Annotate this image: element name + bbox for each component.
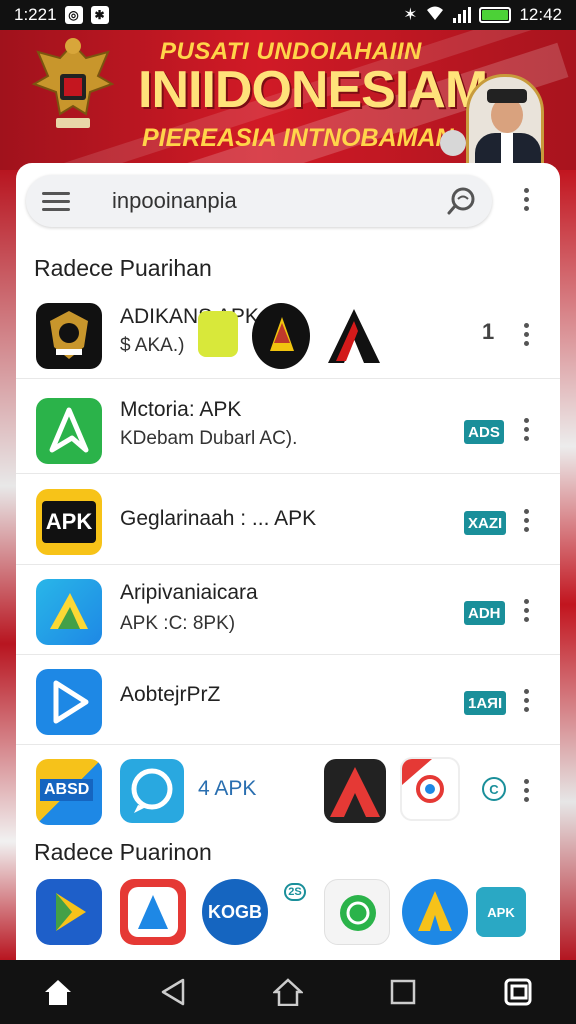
search-icon[interactable] [446,185,478,217]
more-options-icon[interactable] [514,188,538,211]
item-more-icon[interactable] [514,689,538,712]
section-title: Radece Puarihan [34,255,212,281]
back-icon[interactable] [153,972,193,1012]
status-bar: 1:221 ◎ ✱ ✶ 12:42 [0,0,576,30]
ads-badge: ADS [464,420,504,444]
play-app-icon[interactable] [36,879,102,945]
small-badge: 2S [284,883,306,901]
item-more-icon[interactable] [514,509,538,532]
home-icon[interactable] [38,972,78,1012]
item-more-icon[interactable] [514,599,538,622]
c-badge: C [482,777,506,801]
item-more-icon[interactable] [514,418,538,441]
status-time-left: 1:221 [14,5,57,24]
app-icon-mctoria [36,398,102,464]
banner-line3: PIEREASIA INTNOBAMAN [142,124,454,152]
app-title: Geglarinaah : ... APK [120,507,317,530]
section-title-2: Radece Puarinon [34,839,212,865]
list-item[interactable]: APK Geglarinaah : ... APK XAZI [16,477,560,565]
promo-banner[interactable]: PUSATI UNDOIAHAIIN INIIDONESIAM PIEREASI… [0,30,576,170]
list-item[interactable]: Mctoria: APK KDebam Dubarl AC). ADS [16,386,560,474]
app-icon-red-a2 [324,759,386,823]
microphone-icon [440,130,466,156]
list-item[interactable]: ABSD 4 APK C [16,747,560,835]
home-circle-icon[interactable] [268,972,308,1012]
chat-app-icon [120,759,184,823]
search-bar[interactable] [26,175,492,227]
app-title: AobtejrPrZ [120,683,221,706]
count-label: 1 [482,319,495,344]
app-switch-icon[interactable] [498,972,538,1012]
app-icon-row: KOGB 2S APK [16,879,560,959]
app-title: Mctoria: APK [120,398,242,421]
camera-notification-icon: ◎ [64,6,83,24]
list-item[interactable]: ADIKANS APK $ AKA.) 1 [16,291,560,379]
battery-icon [479,7,512,23]
wifi-icon [425,5,445,26]
app-list-card: Radece Puarihan ADIKANS APK $ AKA.) 1 Mc… [16,163,560,960]
menu-icon[interactable] [42,191,70,211]
portrait-photo [466,74,544,170]
item-more-icon[interactable] [514,323,538,346]
list-item[interactable]: Aripivaniaicara APK :C: 8PK) ADH [16,567,560,655]
triangle-app-icon[interactable] [120,879,186,945]
item-more-icon[interactable] [514,779,538,802]
absd-icon-text: ABSD [40,779,94,801]
app-icon-target [400,757,460,821]
app-badge: 1AЯI [464,691,507,715]
status-time-right: 12:42 [519,5,562,24]
app-icon-red-a [324,303,384,369]
banner-title: INIIDONESIAM [138,61,488,119]
search-input[interactable] [112,188,422,214]
app-icon-apk: APK [36,489,102,555]
app-title: Aripivaniaicara [120,581,258,604]
app-icon-adikans [36,303,102,369]
garuda-emblem-icon [31,38,115,128]
whatsapp-app-icon[interactable] [324,879,390,945]
blue-a-app-icon[interactable] [402,879,468,945]
bluetooth-icon: ✶ [403,5,418,24]
signal-icon [453,7,472,23]
app-badge: XAZI [464,511,507,535]
app-title: 4 APK [198,777,257,800]
app-subtitle: KDebam Dubarl AC). [120,428,298,449]
play-store-icon [36,669,102,735]
apk-icon-text: APK [42,501,96,543]
app-title: ADIKANS APK [120,305,259,328]
app-subtitle: APK :C: 8PK) [120,613,236,634]
green-badge-icon [198,311,238,357]
koga-app-icon[interactable]: KOGB [202,879,268,945]
app-notification-icon: ✱ [90,6,109,24]
recents-icon[interactable] [383,972,423,1012]
app-badge: ADH [464,601,505,625]
app-subtitle: $ AKA.) [120,335,185,356]
list-item[interactable]: AobtejrPrZ 1AЯI [16,657,560,745]
app-icon-aripivania [36,579,102,645]
apk-app-icon[interactable]: APK [476,887,526,937]
navigation-bar [0,960,576,1024]
app-icon-absd: ABSD [36,759,102,825]
app-icon-round [252,303,310,369]
